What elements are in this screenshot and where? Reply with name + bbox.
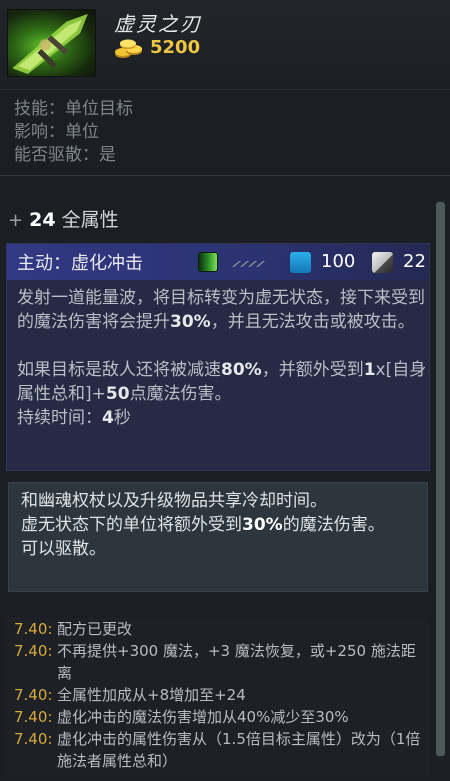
changelog-version: 7.40: [14,708,53,726]
active-ability-header: 主动：虚化冲击 100 22 [7,244,429,280]
changelog-version: 7.40: [14,642,53,660]
desc-highlight: 30% [170,312,211,332]
scrollbar-thumb[interactable] [436,202,445,756]
desc-text: ，并且无法攻击或被攻击。 [210,312,415,332]
duration-unit: 秒 [113,408,131,428]
changelog-row: 7.40: 不再提供+300 魔法，+3 魔法恢复，或+250 施法距离 [5,640,430,684]
desc-text: 点魔法伤害。 [129,384,232,404]
changelog-version: 7.40: [14,730,53,748]
note-highlight: 30% [242,515,283,535]
duration-line: 持续时间：4秒 [17,406,427,430]
changelog-list: 7.40: 配方已更改 7.40: 不再提供+300 魔法，+3 魔法恢复，或+… [5,618,430,776]
active-ability-title: 主动：虚化冲击 [17,253,143,274]
meta-affects: 影响：单位 [14,122,99,142]
desc-highlight: 80% [221,360,262,380]
note-line: 可以驱散。 [21,539,106,559]
item-meta: 技能：单位目标 影响：单位 能否驱散：是 [14,98,133,167]
duration-label: 持续时间： [17,408,102,428]
meta-ability: 技能：单位目标 [14,99,133,119]
note-text: 虚无状态下的单位将额外受到 [21,515,242,535]
active-ability-description: 发射一道能量波，将目标转变为虚无状态，接下来受到的魔法伤害将会提升30%，并且无… [17,286,427,430]
note-line: 和幽魂权杖以及升级物品共享冷却时间。 [21,491,327,511]
item-name: 虚灵之刃 [114,12,202,36]
changelog-row: 7.40: 虚化冲击的魔法伤害增加从40%减少至30% [5,706,430,728]
attribute-bonus: + 24 全属性 [8,205,119,232]
changelog-text: 全属性加成从+8增加至+24 [57,686,246,704]
description-paragraph-2: 如果目标是敌人还将被减速80%，并额外受到1x[自身属性总和]+50点魔法伤害。 [17,358,427,406]
cooldown-icon [372,252,393,273]
changelog-version: 7.40: [14,686,53,704]
desc-text: ，并额外受到 [261,360,364,380]
active-ability-panel: 主动：虚化冲击 100 22 发射一道能量波，将目标转变为虚无状态，接下来受到的… [6,243,430,471]
attribute-plus: + [8,210,24,231]
desc-highlight: 50 [105,384,130,404]
note-text: 的魔法伤害。 [282,515,385,535]
meta-dispellable: 能否驱散：是 [14,145,116,165]
changelog-row: 7.40: 全属性加成从+8增加至+24 [5,684,430,706]
cooldown-value: 22 [403,251,426,272]
changelog-text: 配方已更改 [57,620,133,638]
attribute-value: 24 [29,209,56,231]
desc-highlight: 1 [363,360,376,380]
item-cost: 5200 [150,37,201,58]
divider [0,175,450,176]
mana-bar-icon [198,252,218,272]
item-header: 虚灵之刃 5200 [0,0,450,90]
changelog-row: 7.40: 虚化冲击的属性伤害从（1.5倍目标主属性）改为（1倍施法者属性总和） [5,728,430,772]
wind-icon [232,261,265,267]
mana-cost: 100 [321,251,356,272]
changelog-row: 7.40: 配方已更改 [5,618,430,640]
mana-icon [290,252,311,273]
note-line: 虚无状态下的单位将额外受到30%的魔法伤害。 [21,513,421,537]
description-paragraph-1: 发射一道能量波，将目标转变为虚无状态，接下来受到的魔法伤害将会提升30%，并且无… [17,286,427,334]
changelog-text: 不再提供+300 魔法，+3 魔法恢复，或+250 施法距离 [57,642,416,682]
changelog-text: 虚化冲击的属性伤害从（1.5倍目标主属性）改为（1倍施法者属性总和） [57,730,421,770]
notes-panel: 和幽魂权杖以及升级物品共享冷却时间。 虚无状态下的单位将额外受到30%的魔法伤害… [8,482,428,592]
notes-text: 和幽魂权杖以及升级物品共享冷却时间。 虚无状态下的单位将额外受到30%的魔法伤害… [21,489,421,561]
attribute-label: 全属性 [61,209,119,231]
gold-coins-icon [115,39,142,58]
desc-text: 如果目标是敌人还将被减速 [17,360,221,380]
ethereal-blade-icon [7,9,96,77]
duration-value: 4 [102,408,114,428]
changelog-version: 7.40: [14,620,53,638]
changelog-text: 虚化冲击的魔法伤害增加从40%减少至30% [57,708,349,726]
